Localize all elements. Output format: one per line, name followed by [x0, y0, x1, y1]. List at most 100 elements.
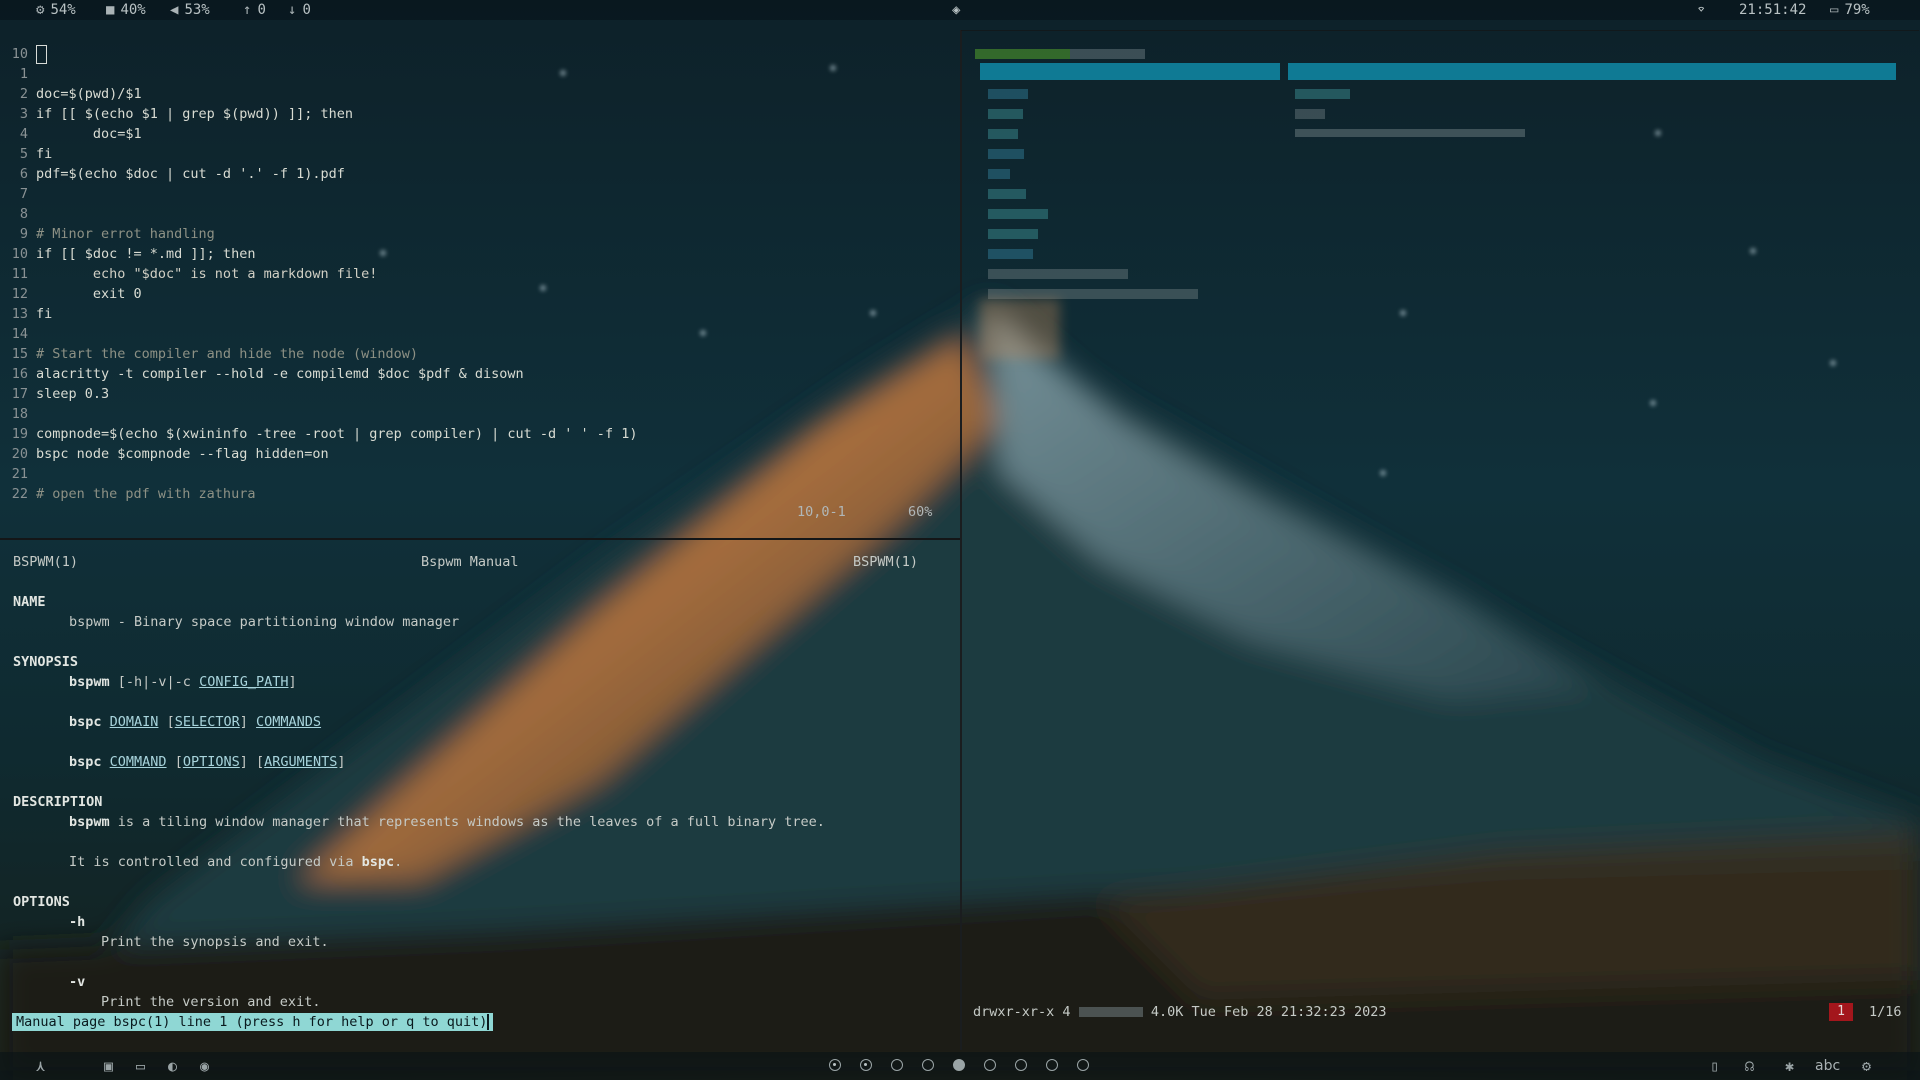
list-entry[interactable]: [988, 129, 1018, 139]
line-number: 13: [11, 306, 28, 322]
selected-row-right[interactable]: [1288, 63, 1896, 80]
option-v-flag: -v: [69, 974, 86, 990]
synopsis-arg-link[interactable]: ARGUMENTS: [264, 754, 337, 770]
workspace-8[interactable]: [1046, 1059, 1058, 1071]
line-number: 1: [19, 66, 28, 82]
terminal-icon[interactable]: ▣: [104, 1057, 113, 1075]
workspace-7[interactable]: [1015, 1059, 1027, 1071]
code-text: compnode=$(echo $(xwininfo -tree -root |…: [36, 426, 638, 442]
file-manager-status: drwxr-xr-x 4 4.0K Tue Feb 28 21:32:23 20…: [973, 1004, 1387, 1020]
editor-line: 19 compnode=$(echo $(xwininfo -tree -root…: [0, 424, 955, 444]
line-number: 10: [11, 46, 28, 62]
line-number: 20: [11, 446, 28, 462]
preview-entry: [1295, 109, 1325, 119]
synopsis-command: bspc: [69, 754, 102, 770]
workspace-2[interactable]: [860, 1059, 872, 1071]
preview-entry: [1295, 129, 1525, 137]
description-text: is a tiling window manager that represen…: [109, 814, 825, 830]
synopsis-arg-link[interactable]: DOMAIN: [110, 714, 159, 730]
wifi-icon[interactable]: ⌔: [1697, 0, 1705, 20]
bottom-panel: ⋏ ▣ ▭ ◐ ◉ ▯ ☊ ✱ abc ⚙: [0, 1052, 1920, 1080]
section-options-heading: OPTIONS: [13, 894, 70, 910]
workspace-1[interactable]: [829, 1059, 841, 1071]
clock: 21:51:42: [1739, 2, 1807, 18]
line-number: 19: [11, 426, 28, 442]
music-icon[interactable]: ◉: [200, 1057, 209, 1075]
synopsis-arg-link[interactable]: COMMAND: [110, 754, 167, 770]
code-text: echo "$doc" is not a markdown file!: [36, 266, 378, 282]
man-header-center: Bspwm Manual: [421, 554, 519, 570]
editor-line: 16 alacritty -t compiler --hold -e compil…: [0, 364, 955, 384]
workspace-6[interactable]: [984, 1059, 996, 1071]
vim-editor[interactable]: 10 1 2 doc=$(pwd)/$1 3 if [[ $(echo $1 | g…: [0, 44, 955, 504]
editor-line: 14: [0, 324, 955, 344]
thumbnail-preview: [980, 299, 1060, 359]
download-value: 0: [302, 2, 311, 18]
code-text: fi: [36, 146, 53, 162]
cursor-position: 10,0-1: [797, 504, 846, 520]
code-text: if [[ $(echo $1 | grep $(pwd)) ]]; then: [36, 106, 353, 122]
editor-line: 11 echo "$doc" is not a markdown file!: [0, 264, 955, 284]
line-number: 22: [11, 486, 28, 502]
browser-icon[interactable]: ◐: [168, 1057, 177, 1075]
line-number: 8: [19, 206, 28, 222]
list-entry[interactable]: [988, 269, 1128, 279]
upload-indicator: ↑ 0: [243, 0, 266, 20]
code-text: bspc node $compnode --flag hidden=on: [36, 446, 329, 462]
list-entry[interactable]: [988, 109, 1023, 119]
description-text: It is controlled and configured via: [69, 854, 362, 870]
bug-icon[interactable]: ✱: [1785, 1057, 1794, 1075]
tab-badge[interactable]: 1: [1829, 1003, 1853, 1021]
list-entry[interactable]: [988, 209, 1048, 219]
synopsis-bracket: [: [166, 714, 175, 730]
synopsis-arg-link[interactable]: SELECTOR: [175, 714, 240, 730]
selected-row-left[interactable]: [980, 63, 1280, 80]
workspace-5[interactable]: [953, 1059, 965, 1071]
list-entry[interactable]: [988, 289, 1198, 299]
input-method-indicator[interactable]: abc: [1815, 1058, 1840, 1074]
editor-line: 6 pdf=$(echo $doc | cut -d '.' -f 1).pdf: [0, 164, 955, 184]
description-text: .: [394, 854, 403, 870]
code-text: fi: [36, 306, 53, 322]
volume-indicator[interactable]: ◀ 53%: [170, 0, 210, 20]
scroll-percent: 60%: [908, 504, 933, 520]
list-entry[interactable]: [988, 149, 1024, 159]
description-line-2: It is controlled and configured via bspc…: [69, 854, 402, 870]
code-text: if [[ $doc != *.md ]]; then: [36, 246, 256, 262]
headphones-icon[interactable]: ☊: [1745, 1057, 1754, 1075]
synopsis-arg-link[interactable]: OPTIONS: [183, 754, 240, 770]
arrow-down-icon: ↓: [288, 2, 297, 18]
folder-icon[interactable]: ▭: [136, 1057, 145, 1075]
settings-icon[interactable]: ⚙: [1862, 1057, 1871, 1075]
launcher-icon[interactable]: ⋏: [36, 1057, 45, 1075]
redacted-owner: [1078, 1007, 1143, 1017]
list-entry[interactable]: [988, 169, 1010, 179]
synopsis-bracket: [: [256, 754, 265, 770]
workspace-4[interactable]: [922, 1059, 934, 1071]
list-entry[interactable]: [988, 249, 1033, 259]
workspace-9[interactable]: [1077, 1059, 1089, 1071]
editor-line: 8: [0, 204, 955, 224]
synopsis-arg-link[interactable]: CONFIG_PATH: [199, 674, 288, 690]
path-segment: [975, 49, 1070, 59]
file-list-blurred: [970, 44, 1910, 384]
section-name-heading: NAME: [13, 594, 46, 610]
file-position: 1/16: [1869, 1004, 1902, 1020]
volume-value: 53%: [184, 2, 210, 18]
editor-line: 4 doc=$1: [0, 124, 955, 144]
synopsis-bracket: ]: [337, 754, 346, 770]
synopsis-bracket: ]: [288, 674, 297, 690]
line-number: 14: [11, 326, 28, 342]
list-entry[interactable]: [988, 89, 1028, 99]
phone-icon[interactable]: ▯: [1710, 1057, 1719, 1075]
workspace-3[interactable]: [891, 1059, 903, 1071]
man-status-prompt[interactable]: Manual page bspc(1) line 1 (press h for …: [12, 1013, 494, 1031]
list-entry[interactable]: [988, 229, 1038, 239]
editor-line: 5 fi: [0, 144, 955, 164]
disk-value: 40%: [120, 2, 146, 18]
list-entry[interactable]: [988, 189, 1026, 199]
synopsis-command: bspc: [69, 714, 102, 730]
line-number: 2: [19, 86, 28, 102]
center-app-icon[interactable]: ◈: [952, 0, 960, 20]
synopsis-arg-link[interactable]: COMMANDS: [256, 714, 321, 730]
